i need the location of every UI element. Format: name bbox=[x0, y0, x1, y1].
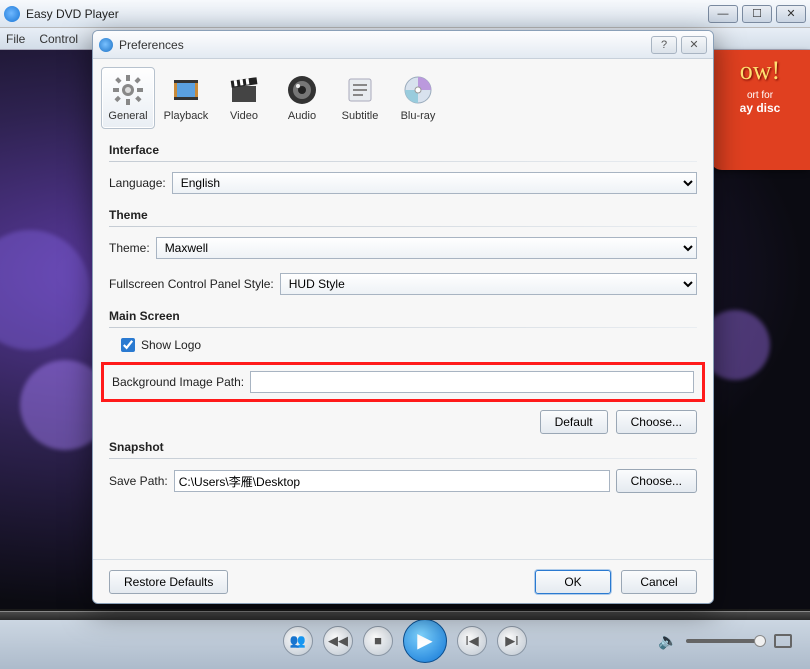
tab-general[interactable]: General bbox=[101, 67, 155, 129]
dialog-footer: Restore Defaults OK Cancel bbox=[93, 559, 713, 603]
promo-text-1: ow! bbox=[716, 58, 804, 84]
tab-label: Audio bbox=[288, 110, 316, 122]
help-button[interactable]: ? bbox=[651, 36, 677, 54]
volume-icon[interactable]: 🔈 bbox=[658, 631, 678, 651]
dialog-close-button[interactable]: ✕ bbox=[681, 36, 707, 54]
gear-icon bbox=[112, 74, 144, 106]
fullscreen-style-label: Fullscreen Control Panel Style: bbox=[109, 277, 274, 291]
volume-slider[interactable] bbox=[686, 639, 766, 643]
promo-text-2: ort for bbox=[716, 90, 804, 101]
promo-ribbon[interactable]: ow! ort for ay disc bbox=[710, 50, 810, 170]
film-icon bbox=[170, 74, 202, 106]
step-fwd-button[interactable]: ▶I bbox=[497, 626, 527, 656]
tab-label: General bbox=[108, 110, 147, 122]
step-back-button[interactable]: I◀ bbox=[457, 626, 487, 656]
subtitle-icon bbox=[344, 74, 376, 106]
cancel-button[interactable]: Cancel bbox=[621, 570, 697, 594]
bg-choose-button[interactable]: Choose... bbox=[616, 410, 697, 434]
dialog-icon bbox=[99, 38, 113, 52]
preferences-panel: Interface Language: English Theme Theme:… bbox=[93, 129, 713, 559]
preferences-dialog: Preferences ? ✕ General Playback bbox=[92, 30, 714, 604]
maximize-button[interactable]: ☐ bbox=[742, 5, 772, 23]
timeline[interactable] bbox=[0, 612, 810, 620]
menu-file[interactable]: File bbox=[6, 32, 25, 46]
fullscreen-style-select[interactable]: HUD Style bbox=[280, 273, 697, 295]
show-logo-checkbox[interactable] bbox=[121, 338, 135, 352]
bg-path-label: Background Image Path: bbox=[112, 375, 244, 389]
minimize-button[interactable]: — bbox=[708, 5, 738, 23]
tab-strip: General Playback Video Audio bbox=[93, 59, 713, 129]
tab-label: Video bbox=[230, 110, 258, 122]
theme-select[interactable]: Maxwell bbox=[156, 237, 697, 259]
speaker-icon bbox=[286, 74, 318, 106]
close-button[interactable]: ✕ bbox=[776, 5, 806, 23]
language-select[interactable]: English bbox=[172, 172, 697, 194]
save-path-label: Save Path: bbox=[109, 474, 168, 488]
tab-label: Subtitle bbox=[342, 110, 379, 122]
people-button[interactable]: 👥 bbox=[283, 626, 313, 656]
promo-text-3: ay disc bbox=[716, 101, 804, 115]
theme-label: Theme: bbox=[109, 241, 150, 255]
bg-path-highlight: Background Image Path: bbox=[101, 362, 705, 402]
menu-control[interactable]: Control bbox=[39, 32, 78, 46]
player-titlebar: Easy DVD Player — ☐ ✕ bbox=[0, 0, 810, 28]
player-control-bar: 👥 ◀◀ ■ ▶ I◀ ▶I 🔈 bbox=[0, 611, 810, 669]
ok-button[interactable]: OK bbox=[535, 570, 611, 594]
section-mainscreen: Main Screen bbox=[109, 309, 697, 323]
app-icon bbox=[4, 6, 20, 22]
bg-path-input[interactable] bbox=[250, 371, 694, 393]
dialog-title: Preferences bbox=[119, 38, 184, 52]
tab-video[interactable]: Video bbox=[217, 67, 271, 129]
fullscreen-button[interactable] bbox=[774, 634, 792, 648]
save-path-input[interactable] bbox=[174, 470, 610, 492]
disc-icon bbox=[402, 74, 434, 106]
app-title: Easy DVD Player bbox=[26, 7, 119, 21]
restore-defaults-button[interactable]: Restore Defaults bbox=[109, 570, 228, 594]
tab-label: Blu-ray bbox=[401, 110, 436, 122]
tab-label: Playback bbox=[164, 110, 209, 122]
show-logo-label: Show Logo bbox=[141, 338, 201, 352]
dialog-titlebar: Preferences ? ✕ bbox=[93, 31, 713, 59]
section-interface: Interface bbox=[109, 143, 697, 157]
stop-button[interactable]: ■ bbox=[363, 626, 393, 656]
section-snapshot: Snapshot bbox=[109, 440, 697, 454]
snapshot-choose-button[interactable]: Choose... bbox=[616, 469, 697, 493]
language-label: Language: bbox=[109, 176, 166, 190]
tab-bluray[interactable]: Blu-ray bbox=[391, 67, 445, 129]
play-button[interactable]: ▶ bbox=[403, 619, 447, 663]
section-theme: Theme bbox=[109, 208, 697, 222]
clapboard-icon bbox=[228, 74, 260, 106]
tab-subtitle[interactable]: Subtitle bbox=[333, 67, 387, 129]
prev-button[interactable]: ◀◀ bbox=[323, 626, 353, 656]
bg-default-button[interactable]: Default bbox=[540, 410, 608, 434]
tab-audio[interactable]: Audio bbox=[275, 67, 329, 129]
player-window: Easy DVD Player — ☐ ✕ File Control ow! o… bbox=[0, 0, 810, 669]
tab-playback[interactable]: Playback bbox=[159, 67, 213, 129]
